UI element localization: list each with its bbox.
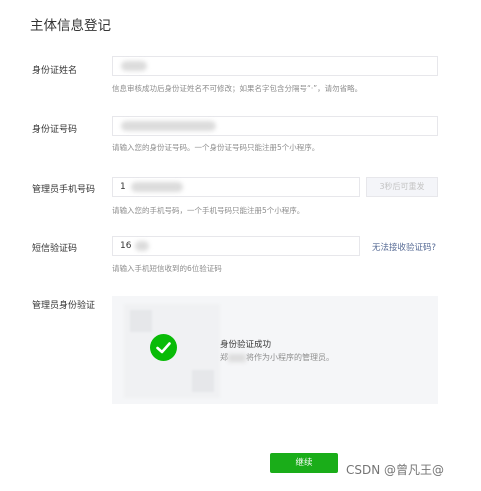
verify-desc-redacted bbox=[228, 353, 246, 362]
admin-verify-label: 管理员身份验证 bbox=[32, 301, 96, 311]
watermark-text: CSDN @曾凡王@ bbox=[346, 463, 445, 477]
page-title: 主体信息登记 bbox=[30, 18, 111, 34]
id-name-label: 身份证姓名 bbox=[32, 66, 78, 76]
id-number-label: 身份证号码 bbox=[32, 125, 78, 135]
verify-desc-suffix: 将作为小程序的管理员。 bbox=[246, 353, 334, 362]
id-name-input[interactable] bbox=[112, 56, 438, 76]
phone-label: 管理员手机号码 bbox=[32, 185, 96, 195]
phone-hint: 请输入您的手机号码，一个手机号码只能注册5个小程序。 bbox=[112, 206, 305, 215]
id-number-input[interactable] bbox=[112, 116, 438, 136]
id-name-hint: 信息审核成功后身份证姓名不可修改；如果名字包含分隔号“·”，请勿省略。 bbox=[112, 84, 363, 93]
sms-code-input[interactable]: 16 bbox=[112, 236, 360, 256]
sms-code-redacted bbox=[135, 241, 149, 251]
id-number-redacted bbox=[121, 121, 216, 131]
admin-verify-panel: 身份验证成功 郑 将作为小程序的管理员。 bbox=[112, 296, 438, 404]
verify-status-title: 身份验证成功 bbox=[220, 340, 272, 350]
id-name-redacted bbox=[121, 61, 147, 71]
cannot-receive-code-link[interactable]: 无法接收验证码? bbox=[372, 241, 436, 253]
sms-code-value: 16 bbox=[120, 241, 132, 251]
phone-redacted bbox=[131, 182, 183, 192]
continue-button[interactable]: 继续 bbox=[270, 453, 338, 473]
verify-desc-prefix: 郑 bbox=[220, 353, 228, 362]
sms-code-hint: 请输入手机短信收到的6位验证码 bbox=[112, 264, 222, 273]
id-number-hint: 请输入您的身份证号码。一个身份证号码只能注册5个小程序。 bbox=[112, 143, 320, 152]
resend-code-button[interactable]: 3秒后可重发 bbox=[366, 177, 438, 197]
verify-status-desc: 郑 将作为小程序的管理员。 bbox=[220, 352, 334, 363]
success-check-icon bbox=[150, 334, 177, 361]
phone-input[interactable]: 1 bbox=[112, 177, 360, 197]
sms-code-label: 短信验证码 bbox=[32, 244, 78, 254]
phone-value: 1 bbox=[120, 182, 126, 192]
